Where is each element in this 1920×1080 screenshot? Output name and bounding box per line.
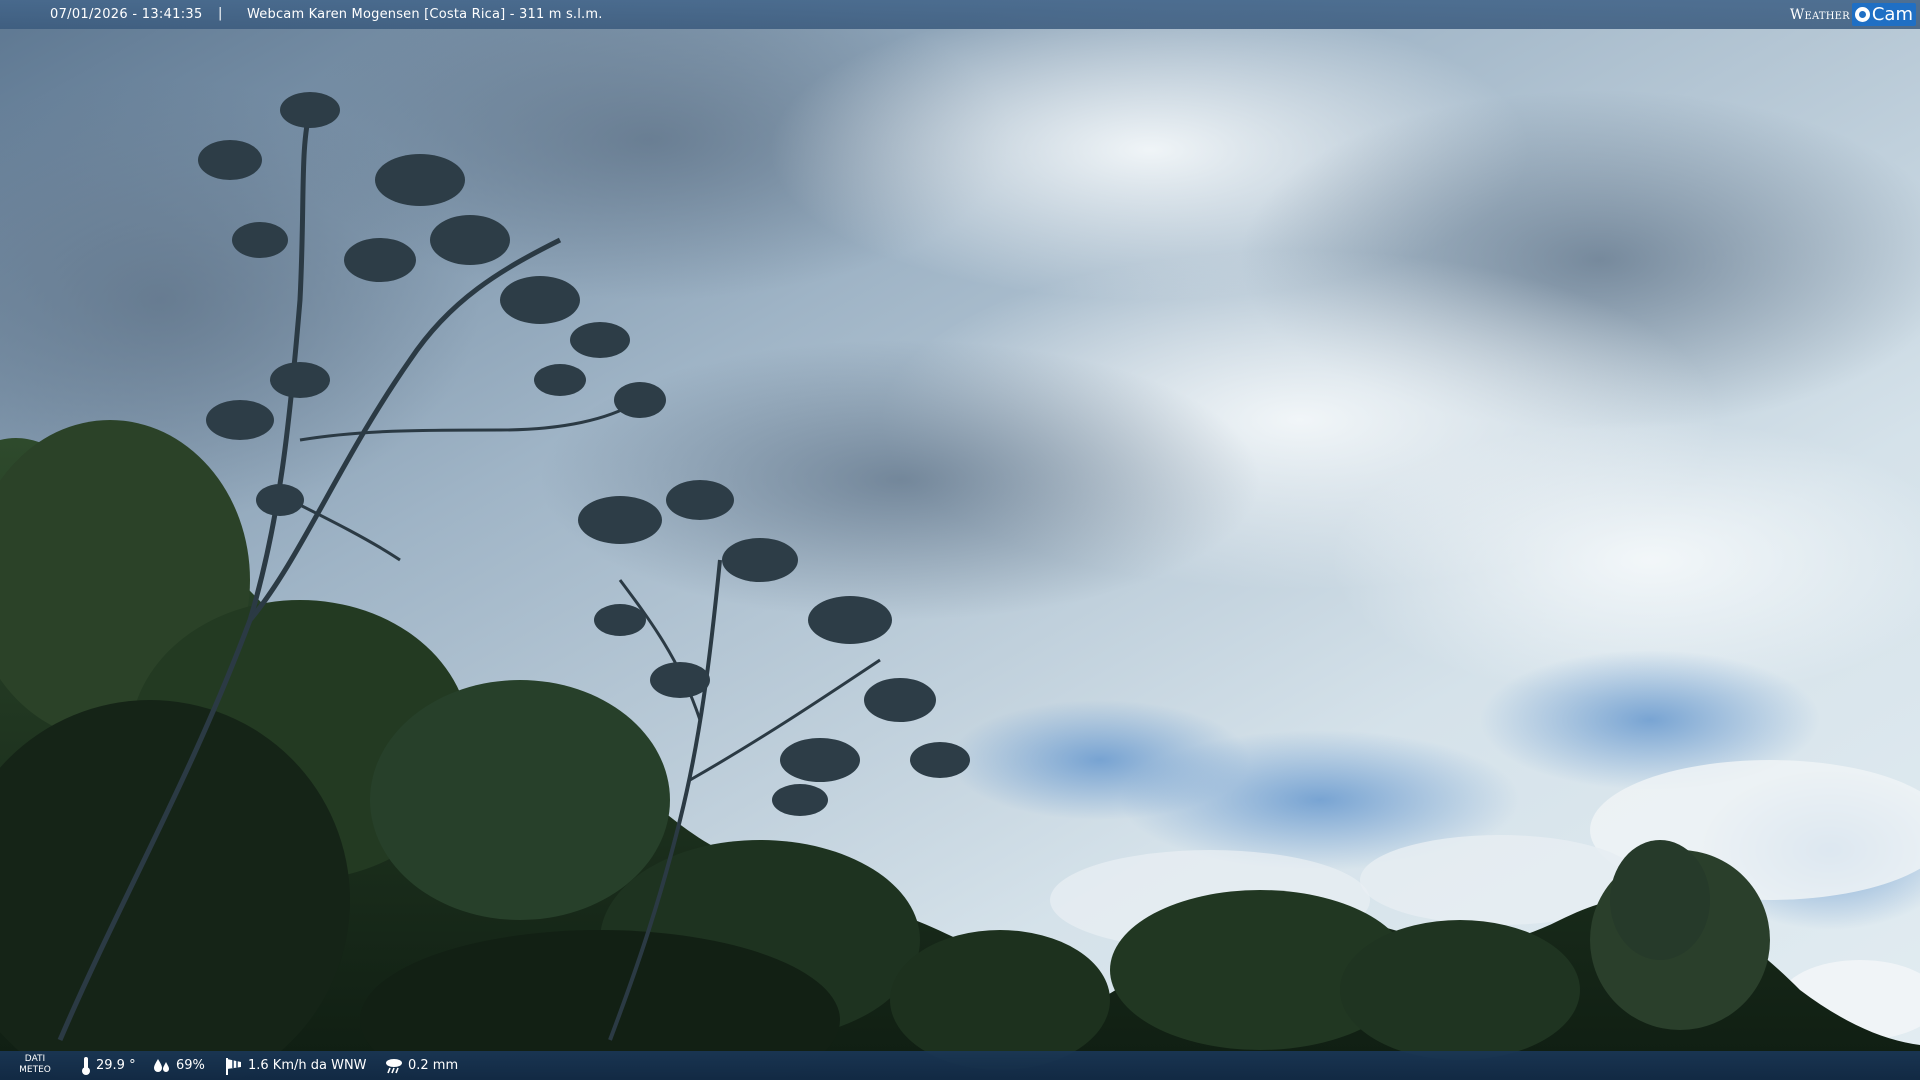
weather-data-bar: DATI METEO 29.9 ° 69% 1.6 Km/h da WNW 0.… [0,1051,1920,1080]
top-info-bar: 07/01/2026 - 13:41:35 | Webcam Karen Mog… [0,0,1920,29]
rain-value: 0.2 mm [408,1058,459,1073]
dati-meteo-line1: DATI [24,1054,46,1064]
humidity-reading: 69% [152,1051,205,1080]
lens-icon [1854,7,1870,22]
temperature-value: 29.9 ° [96,1058,136,1073]
thermometer-icon [82,1056,90,1075]
dati-meteo-label: DATI METEO [18,1054,52,1076]
weathercam-logo[interactable]: Weather Cam [1790,0,1920,29]
dati-meteo-line2: METEO [19,1065,51,1075]
wind-value: 1.6 Km/h da WNW [248,1058,367,1073]
temperature-reading: 29.9 ° [80,1051,136,1080]
timestamp: 07/01/2026 - 13:41:35 [50,7,203,22]
rain-reading: 0.2 mm [384,1051,458,1080]
wind-reading: 1.6 Km/h da WNW [224,1051,367,1080]
webcam-title: Webcam Karen Mogensen [Costa Rica] - 311… [247,7,603,22]
raindrops-icon [154,1058,169,1072]
wind-sock-icon [226,1057,241,1075]
webcam-image [0,0,1920,1080]
rain-cloud-icon [386,1058,402,1073]
logo-word-weather: Weather [1789,6,1850,23]
webcam-frame: 07/01/2026 - 13:41:35 | Webcam Karen Mog… [0,0,1920,1080]
logo-cam-badge: Cam [1851,3,1916,26]
humidity-value: 69% [176,1058,205,1073]
header-separator: | [218,6,223,21]
logo-word-cam: Cam [1871,4,1913,25]
